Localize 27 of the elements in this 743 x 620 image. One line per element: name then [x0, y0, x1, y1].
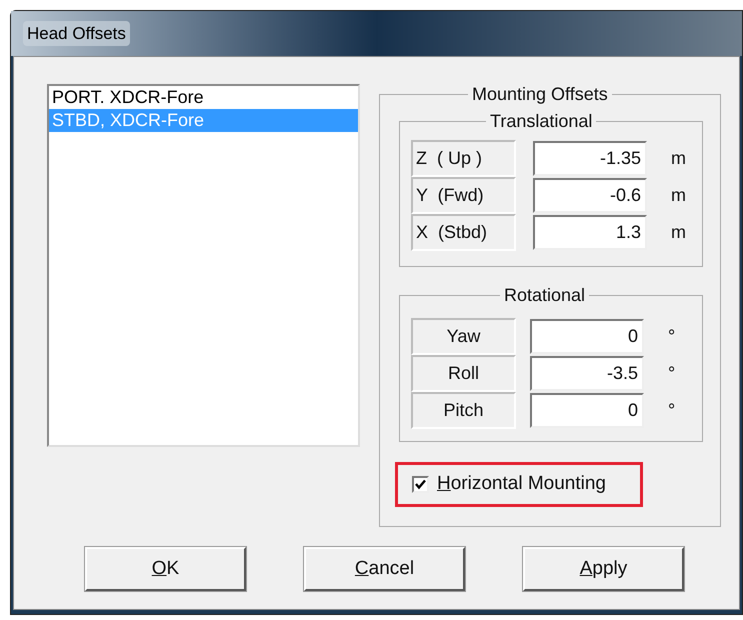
checkbox-row[interactable]: Horizontal Mounting	[395, 462, 643, 507]
field-label: Roll	[411, 355, 516, 392]
field-label: X (Stbd)	[411, 214, 516, 251]
list-item[interactable]: PORT. XDCR-Fore	[49, 86, 358, 109]
window-title: Head Offsets	[23, 20, 130, 46]
unit-label: °	[668, 325, 676, 348]
unit-label: m	[671, 221, 686, 244]
field-label: Pitch	[411, 392, 516, 429]
checkbox[interactable]	[412, 476, 429, 493]
input-field[interactable]: -1.35	[533, 141, 647, 176]
dialog-button[interactable]: OK	[85, 547, 246, 591]
input-field[interactable]: 1.3	[533, 215, 647, 250]
dialog-button[interactable]: Apply	[523, 547, 684, 591]
input-field[interactable]: -3.5	[530, 356, 644, 391]
dialog-button[interactable]: Cancel	[304, 547, 465, 591]
input-field[interactable]: -0.6	[533, 178, 647, 213]
unit-label: °	[668, 399, 676, 422]
input-field[interactable]: 0	[530, 319, 644, 354]
field-label: Z ( Up )	[411, 140, 516, 177]
unit-label: m	[671, 184, 686, 207]
field-label: Yaw	[411, 318, 516, 355]
field-label: Y (Fwd)	[411, 177, 516, 214]
unit-label: m	[671, 147, 686, 170]
checkbox-label: Horizontal Mounting	[437, 472, 606, 496]
unit-label: °	[668, 362, 676, 385]
input-field[interactable]: 0	[530, 393, 644, 428]
head-list[interactable]: PORT. XDCR-Fore STBD, XDCR-Fore	[47, 84, 360, 447]
